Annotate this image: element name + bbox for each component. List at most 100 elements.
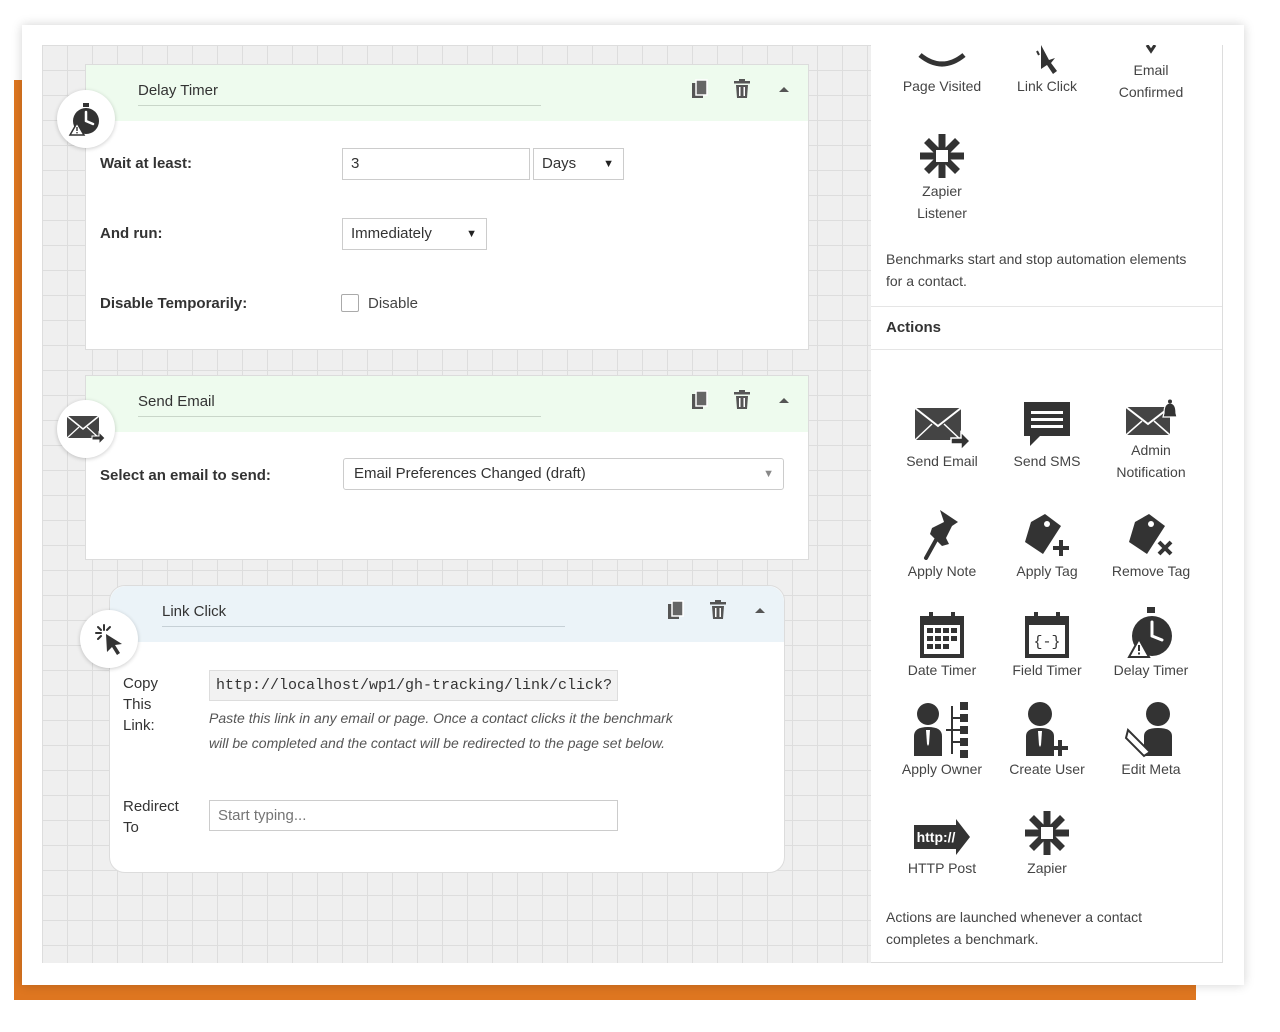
- svg-text:http://: http://: [917, 829, 956, 845]
- action-label: Date Timer: [907, 662, 977, 678]
- copy-link-label-1: Copy: [123, 675, 159, 692]
- step-header: Send Email: [86, 376, 808, 432]
- wait-unit-select[interactable]: Days ▼: [533, 148, 624, 180]
- action-admin-notification[interactable]: Admin Notification: [1099, 379, 1203, 483]
- duplicate-icon[interactable]: [688, 77, 712, 101]
- tracking-link-input[interactable]: http://localhost/wp1/gh-tracking/link/cl…: [209, 670, 618, 701]
- link-hint-line-1: Paste this link in any email or page. On…: [209, 710, 673, 726]
- action-delay-timer[interactable]: Delay Timer: [1099, 599, 1203, 681]
- benchmark-link-click[interactable]: Link Click: [995, 45, 1099, 97]
- action-label: Delay Timer: [1113, 662, 1189, 678]
- wait-unit-value: Days: [542, 155, 577, 172]
- wait-amount-input[interactable]: 3: [342, 148, 530, 180]
- tag-plus-icon: [995, 500, 1099, 560]
- disable-label: Disable Temporarily:: [100, 295, 248, 312]
- trash-icon[interactable]: [706, 598, 730, 622]
- benchmark-page-visited[interactable]: Page Visited: [890, 45, 994, 97]
- link-click-icon: [995, 45, 1099, 75]
- action-date-timer[interactable]: Date Timer: [890, 599, 994, 681]
- tag-remove-icon: [1099, 500, 1203, 560]
- action-label: Send Email: [906, 453, 978, 469]
- create-user-icon: [995, 698, 1099, 758]
- action-field-timer[interactable]: {-} Field Timer: [995, 599, 1099, 681]
- zapier-icon: [995, 797, 1099, 857]
- funnel-canvas: Delay Timer Wait at least: 3 Days ▼ And …: [42, 45, 871, 963]
- run-value: Immediately: [351, 225, 432, 242]
- edit-meta-icon: [1099, 698, 1203, 758]
- action-label: Remove Tag: [1111, 563, 1191, 579]
- benchmark-email-confirmed[interactable]: Email Confirmed: [1099, 45, 1203, 103]
- select-email-label: Select an email to send:: [100, 467, 271, 484]
- trash-icon[interactable]: [730, 77, 754, 101]
- benchmark-zapier-listener[interactable]: Zapier Listener: [890, 120, 994, 224]
- svg-text:{-}: {-}: [1033, 634, 1060, 651]
- action-zapier[interactable]: Zapier: [995, 797, 1099, 879]
- action-label: Zapier: [1027, 860, 1067, 876]
- send-email-icon: [890, 390, 994, 450]
- zapier-icon: [890, 120, 994, 180]
- element-sidebar: Page Visited Link Click Email Confirmed …: [871, 45, 1223, 963]
- caret-down-icon: ▼: [466, 228, 477, 240]
- collapse-icon[interactable]: [772, 77, 796, 101]
- action-apply-tag[interactable]: Apply Tag: [995, 500, 1099, 582]
- duplicate-icon[interactable]: [688, 388, 712, 412]
- action-send-sms[interactable]: Send SMS: [995, 390, 1099, 472]
- run-select[interactable]: Immediately ▼: [342, 218, 487, 250]
- step-send-email[interactable]: Send Email Select an email to send: Emai…: [85, 375, 809, 560]
- redirect-label-1: Redirect: [123, 798, 179, 815]
- delay-timer-step-icon: [57, 90, 115, 148]
- link-click-step-icon: [80, 610, 138, 668]
- calendar-icon: [890, 599, 994, 659]
- action-label: Create User: [1009, 761, 1085, 777]
- send-email-step-icon: [57, 400, 115, 458]
- action-label: Apply Tag: [1016, 563, 1078, 579]
- page-visited-icon: [890, 45, 994, 75]
- email-select[interactable]: Email Preferences Changed (draft) ▼: [343, 458, 784, 490]
- action-label: HTTP Post: [907, 860, 977, 876]
- action-label: Admin Notification: [1116, 442, 1186, 480]
- benchmark-label: Page Visited: [902, 78, 982, 94]
- trash-icon[interactable]: [730, 388, 754, 412]
- caret-down-icon: ▼: [603, 158, 614, 170]
- action-http-post[interactable]: http:// HTTP Post: [890, 797, 994, 879]
- action-label: Apply Owner: [901, 761, 983, 777]
- step-header: Link Click: [110, 586, 784, 642]
- action-edit-meta[interactable]: Edit Meta: [1099, 698, 1203, 780]
- benchmarks-description: Benchmarks start and stop automation ele…: [886, 251, 1187, 289]
- actions-title: Actions: [886, 319, 942, 336]
- step-delay-timer[interactable]: Delay Timer Wait at least: 3 Days ▼ And …: [85, 64, 809, 350]
- collapse-icon[interactable]: [748, 598, 772, 622]
- action-create-user[interactable]: Create User: [995, 698, 1099, 780]
- action-apply-owner[interactable]: Apply Owner: [890, 698, 994, 780]
- run-label: And run:: [100, 225, 163, 242]
- link-hint-line-2: will be completed and the contact will b…: [209, 735, 666, 751]
- pin-icon: [890, 500, 994, 560]
- step-title: Link Click: [162, 603, 565, 627]
- action-apply-note[interactable]: Apply Note: [890, 500, 994, 582]
- action-remove-tag[interactable]: Remove Tag: [1099, 500, 1203, 582]
- benchmark-label: Link Click: [1017, 78, 1077, 94]
- email-select-value: Email Preferences Changed (draft): [354, 465, 586, 482]
- benchmark-label: Zapier Listener: [917, 183, 967, 221]
- field-timer-icon: {-}: [995, 599, 1099, 659]
- email-confirmed-icon: [1099, 45, 1203, 59]
- step-title: Send Email: [138, 393, 541, 417]
- action-send-email[interactable]: Send Email: [890, 390, 994, 472]
- action-label: Send SMS: [1013, 453, 1081, 469]
- copy-link-label-3: Link:: [123, 717, 155, 734]
- redirect-input[interactable]: [209, 800, 618, 831]
- actions-header: Actions: [871, 306, 1222, 350]
- duplicate-icon[interactable]: [664, 598, 688, 622]
- caret-down-icon: ▼: [763, 468, 774, 480]
- disable-checkbox-label: Disable: [368, 295, 419, 312]
- benchmark-label: Email Confirmed: [1118, 62, 1184, 100]
- http-post-icon: http://: [890, 797, 994, 857]
- action-label: Edit Meta: [1121, 761, 1181, 777]
- disable-checkbox[interactable]: [341, 294, 359, 312]
- action-label: Apply Note: [907, 563, 977, 579]
- step-link-click[interactable]: Link Click Copy This Link: http://localh…: [109, 585, 785, 873]
- collapse-icon[interactable]: [772, 388, 796, 412]
- apply-owner-icon: [890, 698, 994, 758]
- send-sms-icon: [995, 390, 1099, 450]
- admin-notification-icon: [1099, 379, 1203, 439]
